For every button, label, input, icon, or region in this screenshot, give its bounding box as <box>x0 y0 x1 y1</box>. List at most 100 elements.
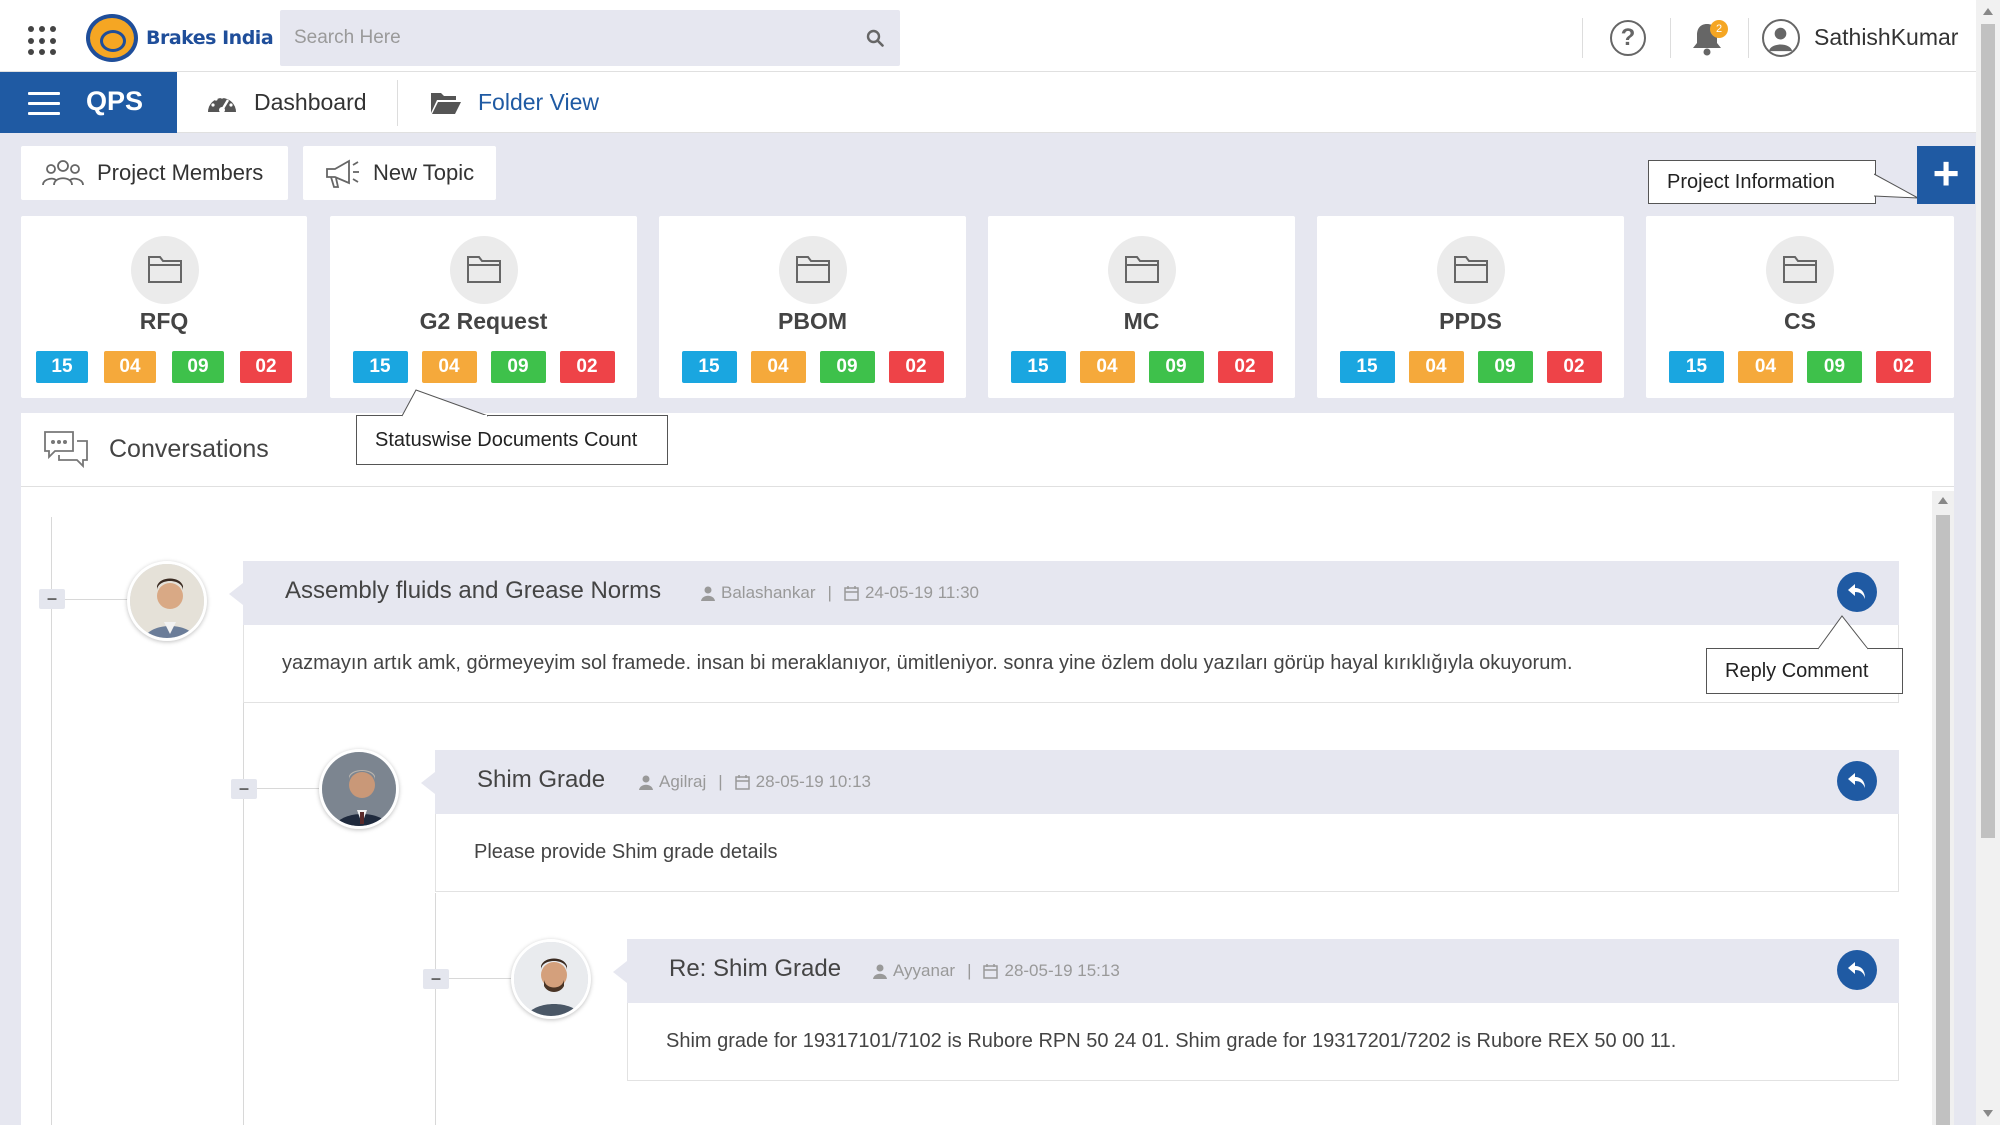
comment-body: Shim grade for 19317101/7102 is Rubore R… <box>627 1003 1899 1081</box>
count-badge-orange[interactable]: 04 <box>421 351 477 383</box>
avatar <box>127 561 207 641</box>
count-badge-green[interactable]: 09 <box>819 351 875 383</box>
scrollbar-thumb[interactable] <box>1936 515 1950 1125</box>
comment-card: Re: Shim Grade Ayyanar | 28-05-19 15:13 … <box>613 939 1899 1081</box>
project-members-button[interactable]: Project Members <box>21 146 288 200</box>
folder-name: PBOM <box>778 308 847 334</box>
open-folder-icon <box>431 92 461 114</box>
reply-comment-label: Reply Comment <box>1725 659 1869 682</box>
calendar-icon <box>844 585 859 601</box>
nav-folder-view[interactable]: Folder View <box>430 72 599 133</box>
callout-pointer <box>1817 615 1869 650</box>
nav-dashboard[interactable]: Dashboard <box>206 72 367 133</box>
apps-grid-icon[interactable] <box>28 26 58 56</box>
status-counts: 15 04 09 02 <box>659 351 966 383</box>
count-badge-red[interactable]: 02 <box>1876 351 1931 383</box>
count-badge-red[interactable]: 02 <box>559 351 615 383</box>
meta-separator: | <box>718 772 723 791</box>
count-badge-green[interactable]: 09 <box>1477 351 1533 383</box>
calendar-icon <box>734 774 750 790</box>
count-badge-red[interactable]: 02 <box>240 351 292 383</box>
reply-button[interactable] <box>1837 761 1877 801</box>
collapse-thread-button[interactable]: – <box>231 779 257 799</box>
add-project-info-button[interactable]: + <box>1917 146 1975 204</box>
conversations-header: Conversations <box>21 413 1954 487</box>
hamburger-menu-icon[interactable] <box>28 92 60 115</box>
conversations-scrollbar[interactable] <box>1932 491 1954 1125</box>
callout-pointer <box>401 389 489 418</box>
folder-card-g2-request[interactable]: G2 Request 15 04 09 02 <box>330 216 637 398</box>
help-icon[interactable]: ? <box>1610 20 1646 56</box>
scroll-up-arrow-icon[interactable] <box>1938 497 1948 504</box>
thread-line <box>435 893 436 1125</box>
user-name[interactable]: SathishKumar <box>1814 24 1958 51</box>
nav-bar: QPS Dashboard Folder View <box>0 72 1976 133</box>
conversations-panel: Conversations – Assembly fluids and Grea… <box>21 413 1954 1125</box>
page-scrollbar[interactable] <box>1976 0 2000 1125</box>
folder-card-rfq[interactable]: RFQ 15 04 09 02 <box>21 216 307 398</box>
comment-header: Shim Grade Agilraj | 28-05-19 10:13 <box>421 750 1899 814</box>
reply-button[interactable] <box>1837 950 1877 990</box>
new-topic-button[interactable]: New Topic <box>303 146 496 200</box>
count-badge-green[interactable]: 09 <box>1148 351 1204 383</box>
status-counts: 15 04 09 02 <box>21 351 307 383</box>
folder-card-pbom[interactable]: PBOM 15 04 09 02 <box>659 216 966 398</box>
project-information-callout: Project Information <box>1648 160 1876 204</box>
count-badge-red[interactable]: 02 <box>888 351 944 383</box>
comment-meta: Agilraj | 28-05-19 10:13 <box>639 772 871 792</box>
folder-card-cs[interactable]: CS 15 04 09 02 <box>1646 216 1954 398</box>
count-badge-orange[interactable]: 04 <box>750 351 806 383</box>
status-counts: 15 04 09 02 <box>330 351 637 383</box>
folder-card-ppds[interactable]: PPDS 15 04 09 02 <box>1317 216 1624 398</box>
app-menu[interactable]: QPS <box>0 72 177 133</box>
count-badge-green[interactable]: 09 <box>172 351 224 383</box>
comment-title: Re: Shim Grade <box>669 955 842 982</box>
count-badge-red[interactable]: 02 <box>1217 351 1273 383</box>
folder-name: CS <box>1784 308 1816 334</box>
count-badge-green[interactable]: 09 <box>490 351 546 383</box>
count-badge-red[interactable]: 02 <box>1546 351 1602 383</box>
folder-name: RFQ <box>139 308 189 334</box>
user-avatar-icon[interactable] <box>1762 19 1800 57</box>
comment-author: Ayyanar <box>893 961 956 980</box>
count-badge-orange[interactable]: 04 <box>1738 351 1793 383</box>
comment-title: Shim Grade <box>477 766 606 793</box>
notification-count-badge: 2 <box>1710 20 1728 38</box>
scroll-down-arrow-icon[interactable] <box>1983 1110 1993 1117</box>
comment-header: Assembly fluids and Grease Norms Balasha… <box>229 561 1899 625</box>
count-badge-orange[interactable]: 04 <box>104 351 156 383</box>
comment-body: Please provide Shim grade details <box>435 814 1899 892</box>
collapse-thread-button[interactable]: – <box>423 969 449 989</box>
count-badge-blue[interactable]: 15 <box>1669 351 1724 383</box>
statuswise-documents-count-label: Statuswise Documents Count <box>375 428 638 451</box>
count-badge-blue[interactable]: 15 <box>36 351 88 383</box>
search-icon[interactable] <box>866 29 884 47</box>
new-topic-label: New Topic <box>373 160 475 185</box>
statuswise-documents-count-callout: Statuswise Documents Count <box>356 415 668 465</box>
brand-logo[interactable]: Brakes India <box>86 14 274 62</box>
header-divider <box>1748 18 1749 58</box>
user-icon <box>701 586 715 601</box>
page-scrollbar-thumb[interactable] <box>1981 24 1995 838</box>
comment-meta: Balashankar | 24-05-19 11:30 <box>701 583 979 603</box>
collapse-thread-button[interactable]: – <box>39 589 65 609</box>
user-icon <box>639 775 653 790</box>
count-badge-blue[interactable]: 15 <box>352 351 408 383</box>
count-badge-orange[interactable]: 04 <box>1408 351 1464 383</box>
count-badge-green[interactable]: 09 <box>1807 351 1862 383</box>
count-badge-orange[interactable]: 04 <box>1079 351 1135 383</box>
folder-name: MC <box>1123 308 1160 334</box>
folder-card-mc[interactable]: MC 15 04 09 02 <box>988 216 1295 398</box>
header-divider <box>1670 18 1671 58</box>
count-badge-blue[interactable]: 15 <box>681 351 737 383</box>
folder-name: G2 Request <box>419 308 548 334</box>
reply-button[interactable] <box>1837 572 1877 612</box>
nav-divider <box>397 80 398 126</box>
chat-bubbles-icon <box>44 431 88 469</box>
count-badge-blue[interactable]: 15 <box>1010 351 1066 383</box>
scroll-up-arrow-icon[interactable] <box>1983 8 1993 15</box>
comment-datetime: 28-05-19 15:13 <box>1004 961 1120 980</box>
search-input[interactable] <box>280 10 850 66</box>
avatar <box>511 939 591 1019</box>
count-badge-blue[interactable]: 15 <box>1339 351 1395 383</box>
